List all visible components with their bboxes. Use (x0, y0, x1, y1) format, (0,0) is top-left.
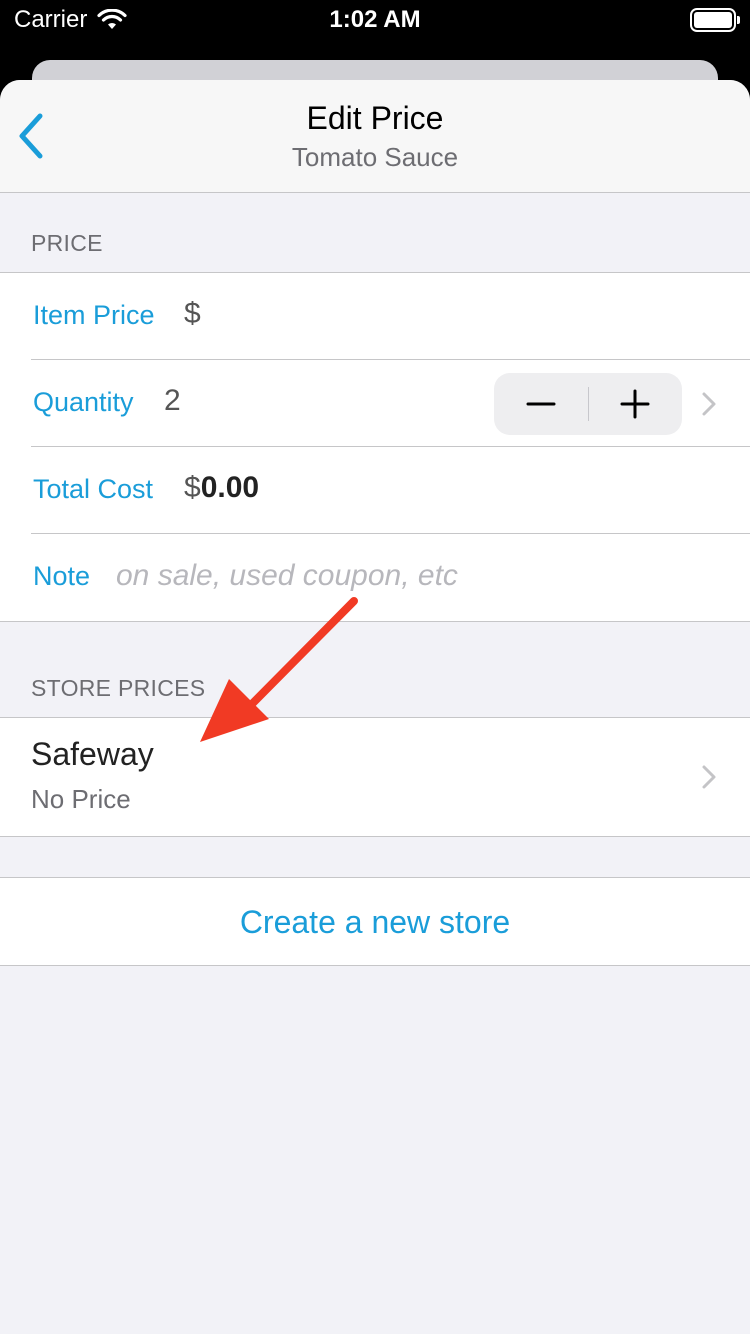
chevron-right-icon[interactable] (701, 391, 717, 417)
note-row[interactable]: Note on sale, used coupon, etc (0, 534, 750, 621)
status-time: 1:02 AM (329, 6, 421, 33)
minus-icon (526, 402, 556, 406)
price-group: Item Price $ Quantity 2 Total Cost $0.00 (0, 272, 750, 622)
edit-price-sheet: Edit Price Tomato Sauce PRICE Item Price… (0, 80, 750, 1334)
total-cost-display: $0.00 (184, 471, 259, 505)
decrement-button[interactable] (494, 373, 588, 435)
chevron-right-icon (702, 765, 716, 789)
quantity-stepper[interactable] (494, 373, 682, 435)
item-price-label: Item Price (33, 300, 155, 330)
plus-icon (620, 389, 650, 419)
section-header-price: PRICE (31, 230, 103, 256)
create-store-button[interactable]: Create a new store (0, 904, 750, 941)
item-price-row[interactable]: Item Price $ (0, 273, 750, 360)
quantity-value: 2 (164, 384, 181, 417)
note-label: Note (33, 561, 91, 591)
store-row[interactable]: Safeway No Price (0, 718, 750, 836)
item-price-currency: $ (184, 297, 201, 330)
store-price-status: No Price (31, 784, 131, 814)
note-input-placeholder[interactable]: on sale, used coupon, etc (116, 559, 458, 593)
store-name: Safeway (31, 736, 154, 772)
total-cost-currency: $ (184, 471, 201, 504)
increment-button[interactable] (588, 373, 682, 435)
total-cost-row: Total Cost $0.00 (0, 447, 750, 534)
battery-icon (690, 8, 740, 32)
page-subtitle: Tomato Sauce (291, 142, 459, 172)
quantity-label: Quantity (33, 387, 134, 417)
store-prices-group: Safeway No Price (0, 717, 750, 837)
item-price-field[interactable]: $ (184, 297, 201, 331)
status-bar: Carrier 1:02 AM (0, 0, 750, 42)
total-cost-label: Total Cost (33, 474, 154, 504)
navigation-bar: Edit Price Tomato Sauce (0, 80, 750, 193)
quantity-row: Quantity 2 (0, 360, 750, 447)
total-cost-value: 0.00 (200, 471, 260, 504)
annotation-arrow (200, 597, 358, 742)
page-title: Edit Price (306, 100, 444, 136)
create-store-group: Create a new store (0, 877, 750, 966)
section-header-store-prices: STORE PRICES (31, 675, 206, 701)
